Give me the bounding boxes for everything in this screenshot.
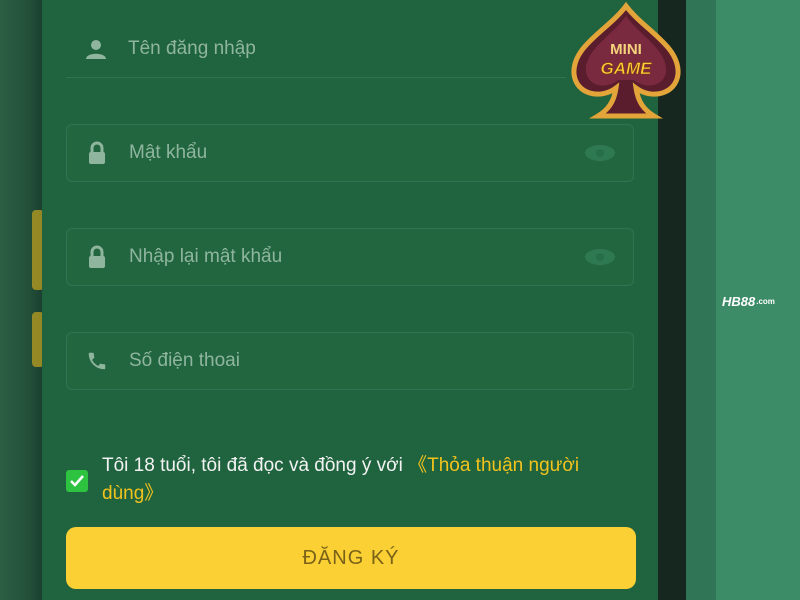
password-placeholder: Mật khẩu [129, 142, 208, 163]
badge-line2: GAME [601, 59, 653, 78]
brand-name: HB88 [722, 293, 756, 309]
username-field[interactable]: Tên đăng nhập [66, 20, 566, 78]
spade-icon: MINI GAME [571, 1, 681, 119]
lock-icon [85, 245, 109, 269]
phone-field[interactable]: Số điện thoai [66, 332, 634, 390]
register-button[interactable]: ĐĂNG KÝ [66, 527, 636, 589]
register-panel: Tên đăng nhập Mật khẩu Nhập lại mật khẩu [42, 0, 658, 600]
phone-icon [85, 349, 109, 373]
phone-placeholder: Số điện thoai [129, 350, 240, 371]
background-right-strip [686, 0, 716, 600]
agreement-checkbox[interactable] [66, 470, 88, 492]
user-icon [84, 37, 108, 61]
brand-suffix: .com [756, 296, 775, 306]
username-placeholder: Tên đăng nhập [128, 37, 256, 59]
agreement-text: Tôi 18 tuổi, tôi đã đọc và đồng ý với 《T… [102, 452, 622, 508]
eye-icon[interactable] [583, 144, 617, 162]
eye-icon[interactable] [583, 248, 617, 266]
badge-line1: MINI [610, 41, 642, 58]
confirm-password-placeholder: Nhập lại mật khẩu [129, 246, 283, 267]
agreement-statement: Tôi 18 tuổi, tôi đã đọc và đồng ý với [102, 455, 403, 476]
password-field[interactable]: Mật khẩu [66, 124, 634, 182]
background-left [0, 0, 44, 600]
brand-logo: HB88 .com [722, 290, 792, 312]
mini-game-button[interactable]: MINI GAME [568, 1, 684, 122]
confirm-password-field[interactable]: Nhập lại mật khẩu [66, 228, 634, 286]
lock-icon [85, 141, 109, 165]
check-icon [70, 475, 84, 487]
